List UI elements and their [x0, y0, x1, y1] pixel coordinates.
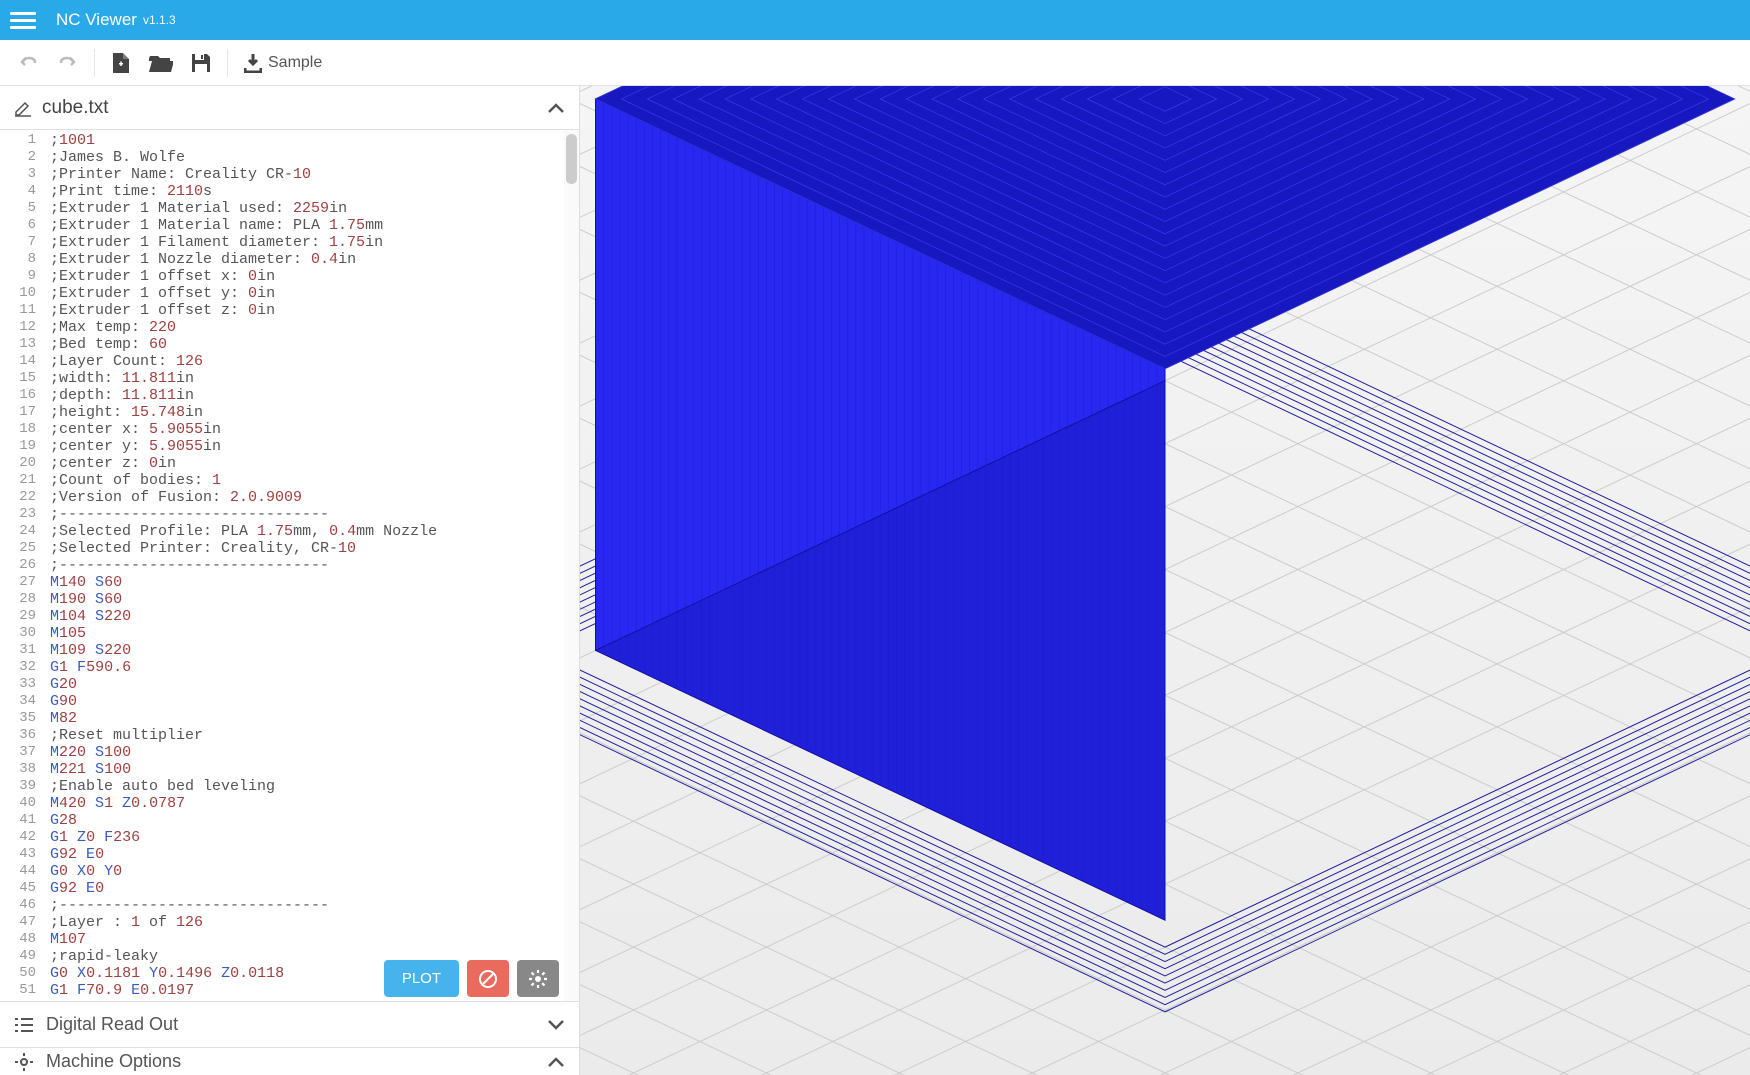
gear-icon — [528, 969, 548, 989]
download-icon — [244, 53, 262, 73]
gear-icon — [14, 1052, 34, 1072]
chevron-up-icon — [547, 102, 565, 114]
file-header[interactable]: cube.txt — [0, 86, 579, 130]
redo-button[interactable] — [48, 43, 88, 83]
app-header: NC Viewer v1.1.3 — [0, 0, 1750, 40]
app-title: NC Viewer — [56, 10, 137, 30]
toolbar: Sample — [0, 40, 1750, 86]
machine-label: Machine Options — [46, 1051, 181, 1072]
undo-icon — [18, 53, 38, 73]
cancel-button[interactable] — [467, 960, 509, 997]
save-icon — [191, 53, 211, 73]
left-panel: cube.txt 1234567891011121314151617181920… — [0, 86, 580, 1075]
edit-icon — [14, 99, 32, 117]
new-file-icon — [112, 52, 130, 74]
dro-panel-header[interactable]: Digital Read Out — [0, 1001, 579, 1047]
new-file-button[interactable] — [101, 43, 141, 83]
settings-button[interactable] — [517, 960, 559, 997]
scrollbar[interactable] — [564, 130, 579, 1001]
undo-button[interactable] — [8, 43, 48, 83]
sample-button[interactable]: Sample — [234, 43, 332, 83]
app-version: v1.1.3 — [143, 13, 176, 27]
plot-button[interactable]: PLOT — [384, 960, 459, 997]
file-name: cube.txt — [42, 97, 109, 119]
code-editor[interactable]: 1234567891011121314151617181920212223242… — [0, 130, 579, 1001]
viewer-svg — [580, 86, 1750, 1075]
open-file-button[interactable] — [141, 43, 181, 83]
redo-icon — [58, 53, 78, 73]
sample-label: Sample — [268, 54, 322, 72]
machine-panel-header[interactable]: Machine Options — [0, 1047, 579, 1075]
dro-label: Digital Read Out — [46, 1014, 178, 1035]
list-icon — [14, 1017, 34, 1033]
chevron-up-icon — [547, 1056, 565, 1068]
scrollbar-thumb[interactable] — [566, 134, 577, 184]
chevron-down-icon — [547, 1019, 565, 1031]
save-file-button[interactable] — [181, 43, 221, 83]
folder-open-icon — [149, 53, 173, 73]
3d-viewer[interactable] — [580, 86, 1750, 1075]
hamburger-menu-icon[interactable] — [10, 7, 36, 33]
cancel-icon — [478, 969, 498, 989]
